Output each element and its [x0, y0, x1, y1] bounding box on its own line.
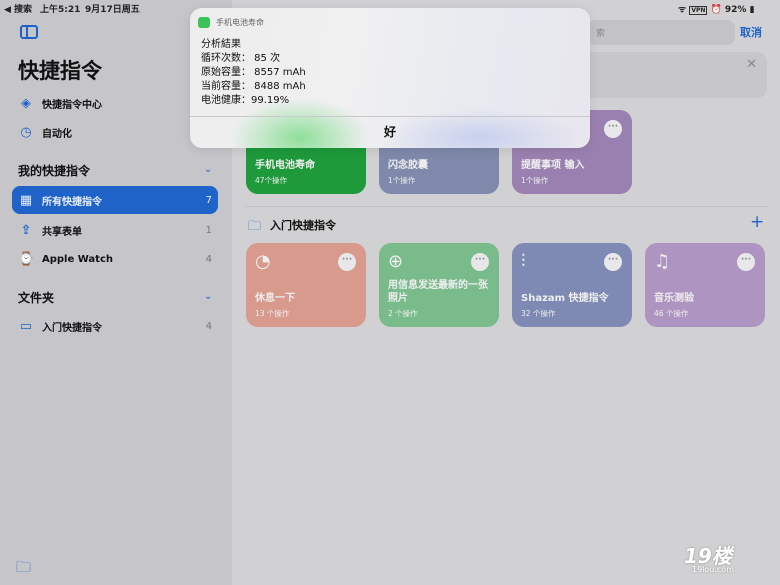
- card-title: 闪念胶囊: [388, 160, 428, 171]
- sidebar-item-folder[interactable]: ▭ 入门快捷指令 4: [12, 312, 218, 340]
- watch-icon: ⌚: [18, 251, 35, 267]
- label: 快捷指令中心: [42, 99, 102, 111]
- sidebar-item-apple-watch[interactable]: ⌚ Apple Watch 4: [12, 245, 218, 273]
- shortcut-card[interactable]: ♫ ··· 音乐测验 46 个操作: [645, 243, 765, 327]
- search-input[interactable]: 索: [588, 20, 735, 45]
- more-icon[interactable]: ···: [737, 253, 755, 271]
- search-text: 索: [596, 29, 606, 39]
- folder-title: 入门快捷指令: [270, 219, 336, 232]
- alert-body: 分析結果 循环次数： 85 次 原始容量： 8557 mAh 当前容量： 848…: [201, 38, 306, 108]
- close-icon[interactable]: ✕: [746, 57, 757, 72]
- new-folder-icon[interactable]: 🗀: [16, 557, 31, 582]
- clock-check-icon: ◷: [20, 124, 32, 140]
- ok-button[interactable]: 好: [190, 117, 590, 148]
- folder-icon: ▭: [19, 318, 33, 334]
- alert-line: 当前容量： 8488 mAh: [201, 81, 306, 92]
- card-subtitle: 1个操作: [521, 176, 549, 185]
- folder-icon: 🗀: [248, 219, 262, 234]
- more-icon[interactable]: ···: [604, 120, 622, 138]
- card-title: 音乐测验: [654, 293, 694, 304]
- status-back[interactable]: ◀ 搜索: [4, 2, 32, 15]
- sidebar-item-all[interactable]: ▦ 所有快捷指令 7: [12, 186, 218, 214]
- alert-line: 原始容量： 8557 mAh: [201, 67, 306, 78]
- more-icon[interactable]: ···: [338, 253, 356, 271]
- alert-app-name: 手机电池寿命: [216, 18, 264, 27]
- card-subtitle: 1个操作: [388, 176, 416, 185]
- sidebar-item-gallery[interactable]: ◈ 快捷指令中心: [12, 89, 218, 117]
- card-subtitle: 32 个操作: [521, 309, 556, 318]
- label: 共享表单: [42, 226, 82, 238]
- shortcut-card[interactable]: ⫶ ··· Shazam 快捷指令 32 个操作: [512, 243, 632, 327]
- alert-line: 电池健康：99.19%: [201, 95, 290, 106]
- more-icon[interactable]: ···: [604, 253, 622, 271]
- watermark-url: 19lou.com: [692, 565, 734, 574]
- card-title: 提醒事项 输入: [521, 160, 585, 171]
- sidebar-toggle-icon[interactable]: [20, 25, 38, 39]
- count: 4: [205, 253, 212, 265]
- label: 所有快捷指令: [42, 196, 102, 208]
- alert-line: 循环次数： 85 次: [201, 53, 281, 64]
- shortcut-card[interactable]: ◔ ··· 休息一下 13 个操作: [246, 243, 366, 327]
- label: Apple Watch: [42, 253, 113, 265]
- card-subtitle: 2 个操作: [388, 309, 418, 318]
- waveform-icon: ⫶: [521, 251, 526, 272]
- alert-heading: 分析結果: [201, 39, 241, 50]
- status-date: 9月17日周五: [85, 5, 140, 15]
- section-folders: 文件夹: [18, 291, 55, 305]
- alert-dialog: 手机电池寿命 分析結果 循环次数： 85 次 原始容量： 8557 mAh 当前…: [190, 8, 590, 148]
- card-title: 手机电池寿命: [255, 160, 315, 171]
- chevron-down-icon[interactable]: ⌄: [204, 291, 212, 302]
- page-title: 快捷指令: [18, 59, 102, 83]
- card-title: Shazam 快捷指令: [521, 293, 609, 304]
- music-list-icon: ♫: [654, 251, 671, 272]
- card-subtitle: 13 个操作: [255, 309, 290, 318]
- count: 7: [205, 194, 212, 206]
- status-icons: ᯤ VPN ⏰ 92% ▮: [678, 5, 755, 15]
- card-title: 休息一下: [255, 293, 295, 304]
- card-subtitle: 46 个操作: [654, 309, 689, 318]
- label: 自动化: [42, 128, 72, 140]
- sidebar-item-share-sheet[interactable]: ⇪ 共享表单 1: [12, 216, 218, 244]
- app-icon: [198, 17, 210, 28]
- battery-percent: 92%: [724, 5, 747, 15]
- chevron-down-icon[interactable]: ⌄: [204, 164, 212, 175]
- card-title: 用信息发送最新的一张照片: [388, 280, 488, 304]
- divider: [245, 206, 767, 207]
- count: 4: [205, 320, 212, 332]
- section-my-shortcuts: 我的快捷指令: [18, 164, 91, 178]
- cancel-button[interactable]: 取消: [740, 24, 762, 40]
- more-icon[interactable]: ···: [471, 253, 489, 271]
- shortcut-card[interactable]: ⊕ ··· 用信息发送最新的一张照片 2 个操作: [379, 243, 499, 327]
- sidebar-item-automation[interactable]: ◷ 自动化: [12, 118, 218, 146]
- timer-icon: ◔: [255, 251, 271, 272]
- message-plus-icon: ⊕: [388, 251, 404, 272]
- grid-icon: ▦: [19, 192, 33, 208]
- count: 1: [205, 224, 212, 236]
- vpn-badge: VPN: [689, 6, 708, 15]
- share-icon: ⇪: [20, 222, 32, 238]
- label: 入门快捷指令: [42, 322, 102, 334]
- add-icon[interactable]: +: [750, 212, 764, 232]
- card-subtitle: 47个操作: [255, 176, 288, 185]
- layers-icon: ◈: [21, 95, 31, 111]
- status-time: 上午5:21: [40, 5, 81, 15]
